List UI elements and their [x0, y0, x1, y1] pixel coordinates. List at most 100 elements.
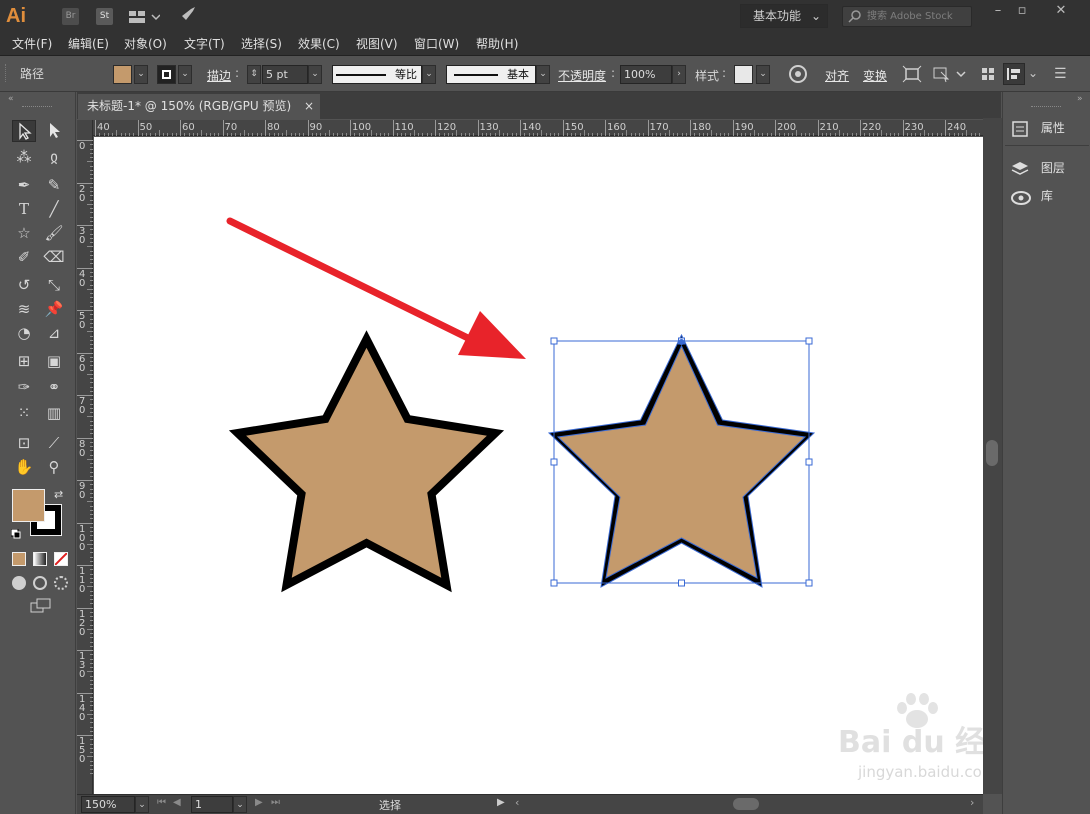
artboard-number-input[interactable]: 1 [191, 796, 233, 813]
close-tab-icon[interactable]: × [304, 94, 314, 119]
horizontal-scroll-thumb[interactable] [733, 798, 759, 810]
opacity-panel-link[interactable]: 不透明度 [558, 67, 606, 84]
isolate-selection-button[interactable] [902, 65, 922, 83]
blend-tool-icon[interactable]: ⚭ [42, 376, 66, 398]
menu-type[interactable]: 文字(T) [184, 32, 225, 56]
vertical-scroll-thumb[interactable] [986, 440, 998, 466]
eyedropper-tool-icon[interactable]: ✑ [12, 376, 36, 398]
warp-tool-icon[interactable]: ≋ [12, 298, 36, 320]
tab-document[interactable]: 未标题-1* @ 150% (RGB/GPU 预览) × [78, 94, 320, 119]
fill-dropdown[interactable]: ⌄ [134, 65, 148, 84]
properties-panel-button[interactable]: 属性 [1011, 116, 1087, 140]
none-mode-button[interactable] [54, 552, 68, 566]
symbol-sprayer-tool-icon[interactable]: ⁙ [12, 402, 36, 424]
profile-dropdown[interactable]: ⌄ [422, 65, 436, 84]
brush-dropdown[interactable]: ⌄ [536, 65, 550, 84]
transform-panel-link[interactable]: 变换 [863, 67, 887, 84]
screen-mode-icon[interactable] [30, 598, 52, 614]
workspace-switcher[interactable]: 基本功能 ⌄ [740, 4, 828, 28]
previous-artboard-icon[interactable]: ◀ [173, 797, 181, 808]
zoom-tool-icon[interactable]: ⚲ [42, 456, 66, 478]
layers-panel-button[interactable]: 图层 [1011, 156, 1087, 180]
align-panel-link[interactable]: 对齐 [825, 67, 849, 84]
paintbrush-tool-icon[interactable]: 🖌 [42, 222, 66, 244]
panel-menu-icon[interactable]: ☰ [1054, 66, 1067, 82]
chevron-down-icon[interactable]: ⌄ [1028, 66, 1038, 80]
horizontal-ruler[interactable]: 40 50 60 70 80 90 100 110 120 130 140 150 160 170 180 1… [93, 120, 985, 136]
line-tool-icon[interactable]: ╱ [42, 198, 66, 220]
stroke-weight-dropdown[interactable]: ⌄ [308, 65, 322, 84]
gpu-performance-button[interactable] [176, 6, 198, 26]
gradient-tool-icon[interactable]: ▣ [42, 350, 66, 372]
bridge-button[interactable]: Br [62, 8, 79, 25]
menu-window[interactable]: 窗口(W) [414, 32, 459, 56]
hand-tool-icon[interactable]: ✋ [12, 456, 36, 478]
variable-width-profile[interactable]: 等比 [332, 65, 422, 84]
next-artboard-icon[interactable]: ▶ [255, 797, 263, 808]
arrange-grid-button[interactable] [980, 66, 996, 82]
direct-selection-tool-icon[interactable] [42, 120, 66, 142]
default-colors-icon[interactable] [10, 528, 21, 539]
fill-swatch[interactable] [113, 65, 132, 84]
status-menu-arrow[interactable]: ▶ [497, 797, 505, 808]
perspective-grid-tool-icon[interactable]: ⊿ [42, 322, 66, 344]
style-dropdown[interactable]: ⌄ [756, 65, 770, 84]
select-similar-button[interactable] [933, 65, 967, 83]
type-tool-icon[interactable]: T [12, 198, 36, 220]
swap-colors-icon[interactable]: ⇄ [54, 488, 63, 501]
shaper-tool-icon[interactable]: ✐ [12, 246, 36, 268]
draw-behind-icon[interactable] [33, 576, 47, 590]
stock-button[interactable]: St [96, 8, 113, 25]
fill-color-box[interactable] [12, 489, 45, 522]
vertical-scrollbar[interactable] [983, 118, 1002, 794]
artboard-canvas[interactable]: Bai du 经验 jingyan.baidu.com [94, 137, 983, 794]
scale-tool-icon[interactable]: ⤡ [42, 274, 66, 296]
menu-select[interactable]: 选择(S) [241, 32, 282, 56]
scroll-right-icon[interactable]: › [970, 796, 974, 809]
selection-tool-icon[interactable] [12, 120, 36, 142]
artboard-dropdown[interactable]: ⌄ [233, 796, 247, 813]
column-graph-tool-icon[interactable]: ▥ [42, 402, 66, 424]
anchor-point[interactable] [678, 339, 685, 345]
draw-inside-icon[interactable] [54, 576, 68, 590]
stroke-panel-link[interactable]: 描边 [207, 67, 231, 84]
menu-object[interactable]: 对象(O) [124, 32, 167, 56]
zoom-input[interactable]: 150% [81, 796, 135, 813]
brush-definition[interactable]: 基本 [446, 65, 536, 84]
menu-edit[interactable]: 编辑(E) [68, 32, 109, 56]
last-artboard-icon[interactable]: ⏭ [271, 797, 280, 808]
graphic-style-swatch[interactable] [734, 65, 753, 84]
vertical-ruler[interactable]: 0 2 0 3 0 4 0 5 0 6 0 7 0 8 0 9 0 1 0 0 1 1 0 1 2 0… [77, 120, 93, 794]
slice-tool-icon[interactable]: ⟋ [42, 432, 66, 454]
menu-effect[interactable]: 效果(C) [298, 32, 340, 56]
stroke-dropdown[interactable]: ⌄ [178, 65, 192, 84]
arrange-documents-button[interactable] [128, 8, 161, 25]
collapse-panel-icon[interactable]: « [8, 94, 14, 104]
mesh-tool-icon[interactable]: ⊞ [12, 350, 36, 372]
rotate-tool-icon[interactable]: ↺ [12, 274, 36, 296]
curvature-tool-icon[interactable]: ✎ [42, 174, 66, 196]
zoom-dropdown[interactable]: ⌄ [135, 796, 149, 813]
opacity-arrow[interactable]: › [672, 65, 686, 84]
align-to-button[interactable] [1003, 63, 1025, 85]
expand-panels-icon[interactable]: » [1077, 94, 1083, 104]
first-artboard-icon[interactable]: ⏮ [157, 797, 166, 808]
star-tool-icon[interactable]: ☆ [12, 222, 36, 244]
stock-search-input[interactable]: 搜索 Adobe Stock [842, 6, 972, 27]
stroke-weight-stepper[interactable]: ⇕ [247, 65, 261, 84]
magic-wand-tool-icon[interactable]: ⁂ [12, 146, 36, 168]
scroll-left-icon[interactable]: ‹ [515, 796, 519, 809]
menu-help[interactable]: 帮助(H) [476, 32, 518, 56]
star-shape-original[interactable] [228, 330, 505, 593]
shape-builder-tool-icon[interactable]: ◔ [12, 322, 36, 344]
gradient-mode-button[interactable] [33, 552, 47, 566]
eraser-tool-icon[interactable]: ⌫ [42, 246, 66, 268]
stroke-weight-input[interactable]: 5 pt [262, 65, 308, 84]
lasso-tool-icon[interactable]: ჲ [42, 146, 66, 168]
opacity-input[interactable]: 100% [620, 65, 672, 84]
puppet-warp-tool-icon[interactable]: 📌 [42, 298, 66, 320]
libraries-panel-button[interactable]: 库 [1011, 184, 1087, 208]
recolor-artwork-button[interactable] [788, 64, 808, 84]
stroke-swatch[interactable] [157, 65, 176, 84]
artboard-tool-icon[interactable]: ⊡ [12, 432, 36, 454]
